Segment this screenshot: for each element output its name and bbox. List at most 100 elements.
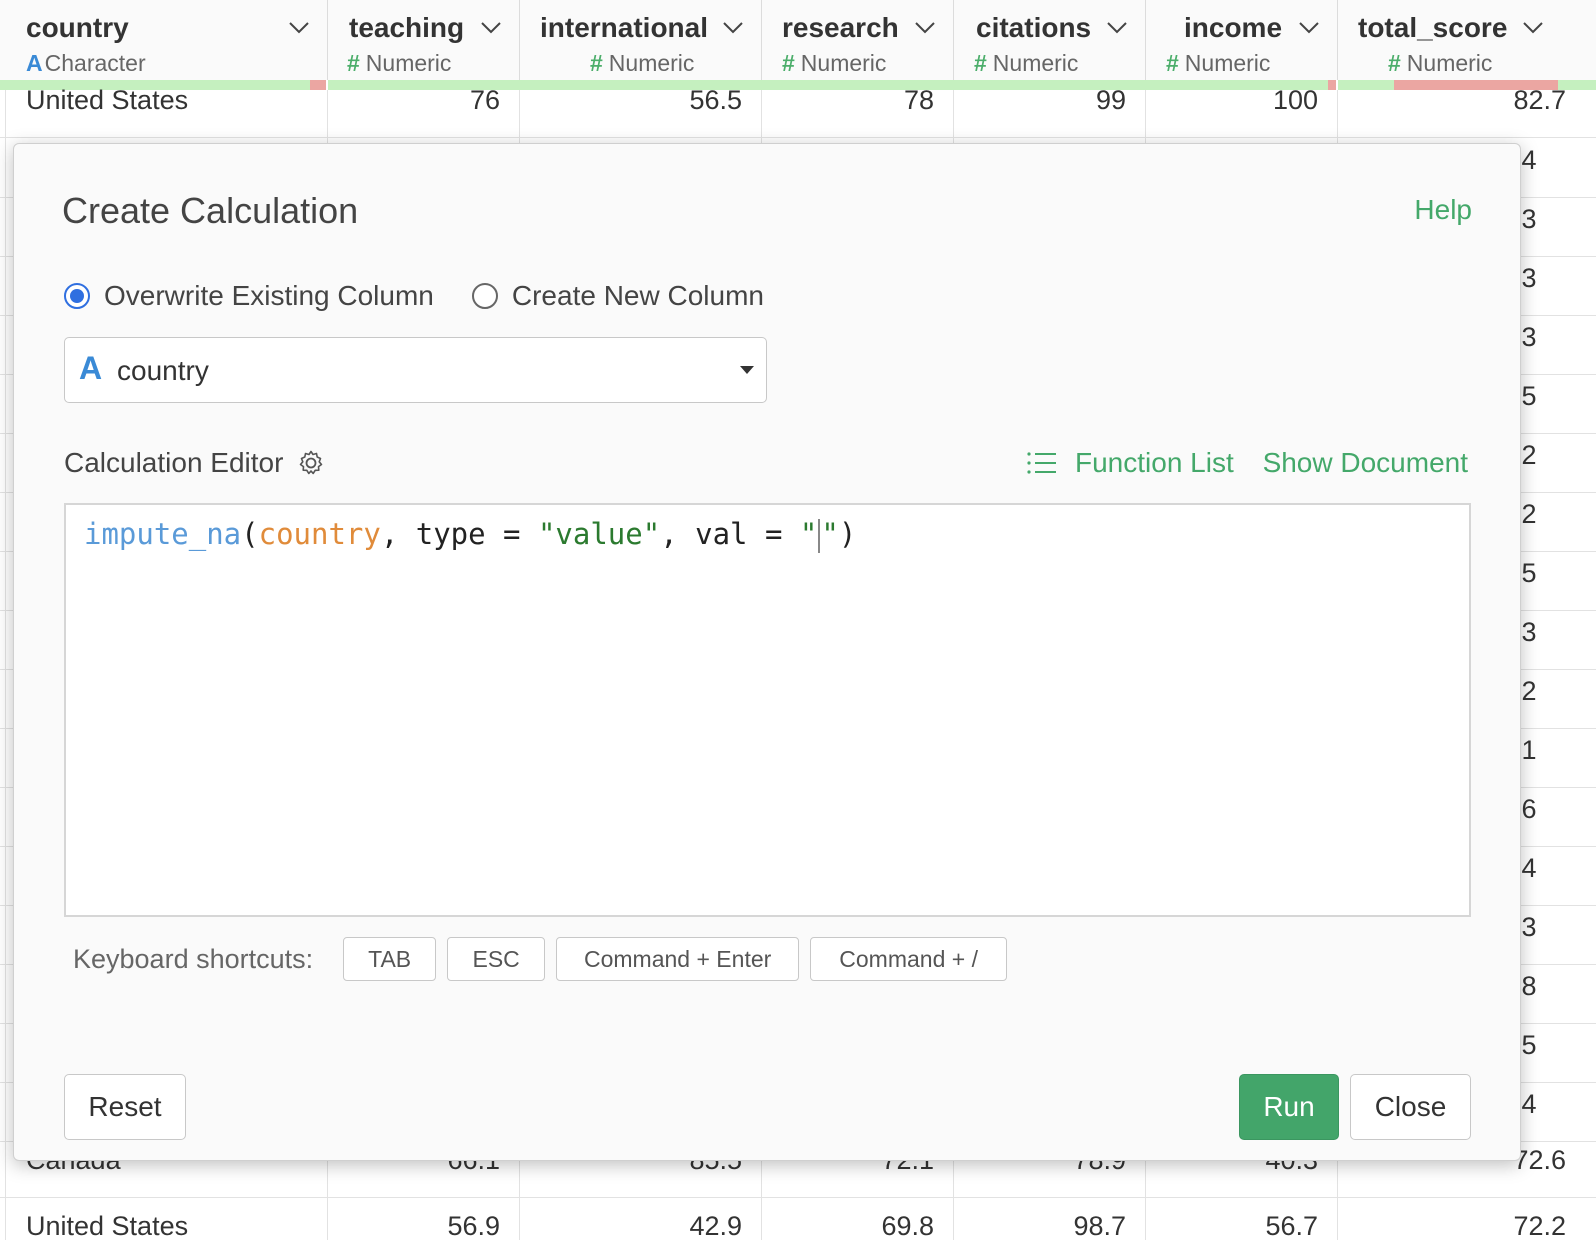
chevron-down-icon[interactable] [478, 14, 504, 40]
column-type: # Numeric [1166, 50, 1271, 76]
column-header-research[interactable]: research # Numeric [762, 0, 954, 80]
function-list-label: Function List [1075, 447, 1234, 478]
numeric-type-icon: # [590, 50, 603, 76]
column-name: teaching [349, 12, 465, 43]
shortcut-command-enter[interactable]: Command + Enter [556, 937, 800, 981]
radio-checked-icon[interactable] [64, 283, 90, 309]
table-cell: .8 [1514, 971, 1537, 1001]
table-cell: 56.9 [447, 1211, 500, 1240]
column-type: # Numeric [974, 50, 1079, 76]
shortcut-tab[interactable]: TAB [343, 937, 437, 981]
table-cell: .1 [1514, 735, 1537, 765]
chevron-down-icon[interactable] [1520, 14, 1546, 40]
shortcut-esc[interactable]: ESC [447, 937, 546, 981]
chevron-down-icon[interactable] [1104, 14, 1130, 40]
reset-button[interactable]: Reset [64, 1074, 186, 1140]
code-string-token: " [799, 517, 818, 551]
numeric-type-icon: # [1388, 50, 1401, 76]
table-cell: 56.5 [689, 85, 742, 115]
table-cell: 72.2 [1513, 1211, 1566, 1240]
table-cell: .4 [1514, 145, 1537, 175]
column-type: # Numeric [347, 50, 452, 76]
chevron-down-icon[interactable] [720, 14, 746, 40]
table-cell: .2 [1514, 499, 1537, 529]
dialog-title: Create Calculation [62, 190, 359, 231]
table-cell: United States [26, 85, 189, 115]
create-calculation-dialog: Create Calculation Help Overwrite Existi… [13, 143, 1521, 1161]
table-cell: .3 [1514, 263, 1537, 293]
table-row: United States 76 56.5 78 99 100 82.7 [0, 78, 1596, 138]
table-cell: .3 [1514, 322, 1537, 352]
table-cell: .4 [1514, 853, 1537, 883]
selected-column-value: country [117, 355, 209, 386]
table-cell: 100 [1272, 85, 1318, 115]
column-name: country [26, 12, 129, 43]
table-cell: .2 [1514, 676, 1537, 706]
calculation-mode-group: Overwrite Existing Column Create New Col… [64, 280, 802, 312]
numeric-type-icon: # [347, 50, 360, 76]
table-cell: .3 [1514, 912, 1537, 942]
column-header-total-score[interactable]: total_score # Numeric [1338, 0, 1596, 80]
table-cell: .3 [1514, 204, 1537, 234]
show-document-link[interactable]: Show Document [1263, 447, 1468, 479]
column-name: international [540, 12, 709, 43]
radio-label: Overwrite Existing Column [104, 280, 434, 311]
table-cell: .5 [1514, 381, 1537, 411]
table-cell: 76 [469, 85, 500, 115]
table-cell: United States [26, 1211, 189, 1240]
table-cell: 99 [1095, 85, 1126, 115]
column-name: research [782, 12, 899, 43]
target-column-select[interactable]: A country [64, 337, 767, 403]
code-text-token: , val = [660, 517, 800, 551]
code-paren-token: ( [241, 517, 259, 551]
table-cell: 56.7 [1265, 1211, 1318, 1240]
table-cell: 98.7 [1073, 1211, 1126, 1240]
run-button[interactable]: Run [1239, 1074, 1339, 1140]
column-type: # Numeric [1388, 50, 1493, 76]
chevron-down-icon[interactable] [1296, 14, 1322, 40]
column-header-teaching[interactable]: teaching # Numeric [328, 0, 520, 80]
radio-label: Create New Column [511, 280, 764, 311]
table-cell: .5 [1514, 1030, 1537, 1060]
calculation-editor-label: Calculation Editor [64, 447, 325, 479]
table-cell: 69.8 [881, 1211, 934, 1240]
column-type: # Numeric [590, 50, 695, 76]
table-cell: .6 [1514, 794, 1537, 824]
radio-create-new-column[interactable]: Create New Column [471, 280, 764, 312]
table-cell: .5 [1514, 558, 1537, 588]
gear-icon[interactable] [297, 449, 325, 477]
column-header-citations[interactable]: citations # Numeric [954, 0, 1146, 80]
grid-header: country ACharacter teaching # Numeric int… [0, 0, 1596, 80]
table-row: United States 56.9 42.9 69.8 98.7 56.7 7… [0, 1196, 1596, 1240]
column-name: income [1184, 12, 1283, 43]
code-column-token: country [258, 517, 381, 551]
column-header-income[interactable]: income # Numeric [1146, 0, 1338, 80]
function-list-button[interactable]: Function List [1027, 447, 1234, 479]
table-cell: .3 [1514, 617, 1537, 647]
shortcuts-caption: Keyboard shortcuts: [73, 943, 314, 974]
code-function-token: impute_na [84, 517, 242, 551]
calculation-code-editor[interactable]: impute_na(country, type = "value", val =… [64, 503, 1471, 917]
radio-unchecked-icon[interactable] [471, 283, 498, 309]
chevron-down-icon[interactable] [912, 14, 938, 40]
column-name: citations [976, 12, 1092, 43]
code-paren-token: ) [838, 517, 857, 551]
close-button[interactable]: Close [1350, 1074, 1471, 1140]
code-string-token: " [821, 517, 839, 551]
column-type: # Numeric [782, 50, 887, 76]
chevron-down-icon[interactable] [286, 14, 312, 40]
numeric-type-icon: # [1166, 50, 1179, 76]
table-cell: .2 [1514, 440, 1537, 470]
caret-down-icon [740, 366, 754, 374]
shortcut-command-slash[interactable]: Command + / [810, 937, 1008, 981]
code-string-token: "value" [537, 517, 661, 551]
column-header-country[interactable]: country ACharacter [0, 0, 328, 80]
keyboard-shortcuts: Keyboard shortcuts: TAB ESC Command + En… [73, 937, 1018, 981]
numeric-type-icon: # [974, 50, 987, 76]
character-type-icon: A [79, 350, 103, 386]
column-header-international[interactable]: international # Numeric [520, 0, 762, 80]
column-type: ACharacter [26, 50, 146, 76]
help-link[interactable]: Help [1414, 194, 1472, 226]
radio-overwrite-existing-column[interactable]: Overwrite Existing Column [64, 280, 434, 312]
table-cell: .4 [1514, 1089, 1537, 1119]
